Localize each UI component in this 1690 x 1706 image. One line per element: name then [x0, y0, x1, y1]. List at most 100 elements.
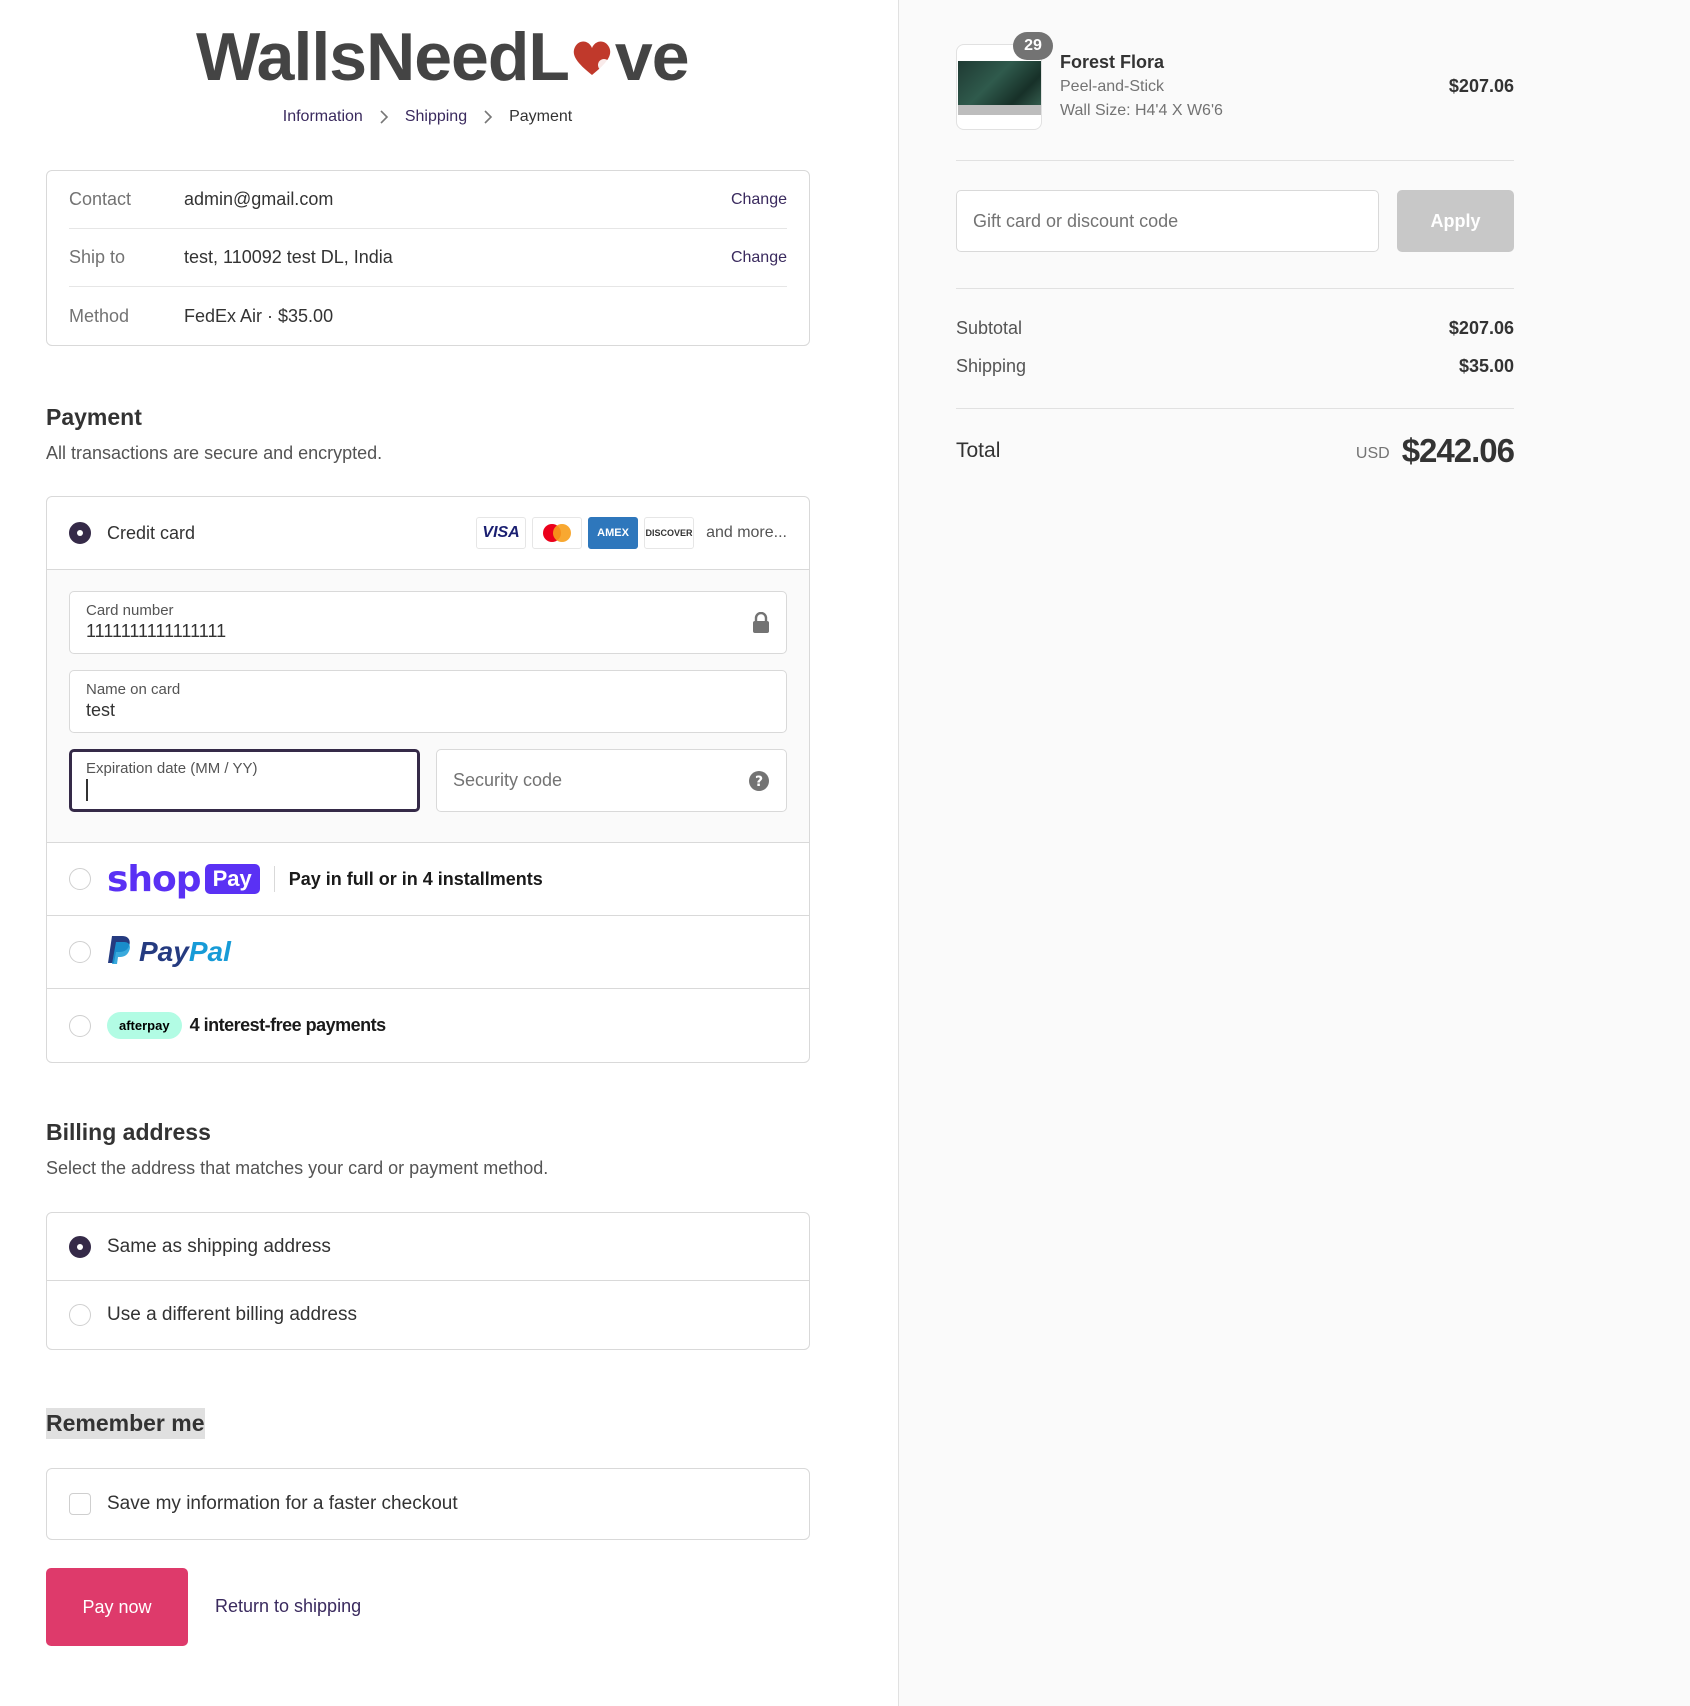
text-cursor	[86, 779, 88, 801]
breadcrumb-shipping[interactable]: Shipping	[405, 108, 467, 126]
checkout-main: WallsNeedL ve Information Shipping Payme…	[0, 0, 898, 1706]
return-to-shipping-link[interactable]: Return to shipping	[215, 1596, 361, 1617]
same-as-shipping-label: Same as shipping address	[107, 1235, 331, 1257]
different-billing-option[interactable]: Use a different billing address	[47, 1281, 809, 1349]
security-code-placeholder: Security code	[453, 770, 563, 790]
subtotal-label: Subtotal	[956, 318, 1023, 338]
shop-pay-logo: shop Pay Pay in full or in 4 installment…	[107, 859, 543, 900]
breadcrumb: Information Shipping Payment	[0, 108, 855, 126]
brand-logo[interactable]: WallsNeedL ve	[196, 19, 690, 95]
contact-label: Contact	[69, 189, 132, 209]
discover-icon: DISCOVER	[644, 517, 695, 549]
same-as-shipping-radio[interactable]	[69, 1235, 91, 1258]
afterpay-option[interactable]: afterpay 4 interest-free payments	[47, 989, 809, 1062]
credit-card-label: Credit card	[107, 522, 196, 543]
remember-me-title: Remember me	[46, 1408, 205, 1439]
heart-icon	[571, 35, 613, 79]
review-box: Contact admin@gmail.com Change Ship to t…	[46, 170, 810, 346]
shop-pay-installments: Pay in full or in 4 installments	[288, 868, 543, 889]
method-label: Method	[69, 305, 130, 326]
shop-pay-wordmark: shop	[107, 858, 202, 900]
name-on-card-label: Name on card	[86, 681, 181, 698]
credit-card-radio[interactable]	[69, 522, 91, 544]
security-code-field[interactable]: Security code ?	[436, 749, 787, 812]
name-on-card-field[interactable]: Name on card test	[69, 670, 787, 733]
total-row: Total USD $242.06	[956, 432, 1515, 470]
visa-icon: VISA	[476, 517, 527, 549]
quantity-badge: 29	[1013, 32, 1053, 60]
paypal-logo: PayPal	[107, 935, 231, 970]
amex-icon: AMEX	[588, 517, 639, 549]
name-on-card-value[interactable]: test	[86, 700, 770, 721]
expiration-date-field[interactable]: Expiration date (MM / YY)	[69, 749, 420, 812]
billing-title: Billing address	[46, 1119, 211, 1145]
discount-code-input[interactable]	[956, 190, 1379, 252]
product-image-floor	[958, 105, 1041, 115]
shipto-value: test, 110092 test DL, India	[184, 247, 393, 267]
pay-now-button[interactable]: Pay now	[46, 1568, 188, 1646]
same-as-shipping-option[interactable]: Same as shipping address	[47, 1213, 809, 1281]
review-shipto-row: Ship to test, 110092 test DL, India Chan…	[69, 229, 787, 287]
shop-pay-radio[interactable]	[69, 868, 91, 890]
and-more-label: and more...	[706, 524, 787, 541]
payment-methods: Credit card VISA AMEX DISCOVER and more.…	[46, 496, 810, 1063]
product-line: 29 Forest Flora Peel-and-Stick Wall Size…	[956, 32, 1514, 130]
paypal-option[interactable]: PayPal	[47, 916, 809, 989]
subtotal-row: Subtotal $207.06	[956, 318, 1514, 339]
change-contact-link[interactable]: Change	[731, 191, 787, 209]
billing-subtitle: Select the address that matches your car…	[46, 1158, 549, 1178]
paypal-wordmark-2: Pal	[188, 936, 231, 967]
currency-code: USD	[1355, 445, 1390, 462]
paypal-icon	[107, 935, 133, 970]
afterpay-text: 4 interest-free payments	[189, 1015, 387, 1035]
credit-card-option[interactable]: Credit card VISA AMEX DISCOVER and more.…	[47, 497, 809, 570]
afterpay-radio[interactable]	[69, 1014, 91, 1037]
payment-subtitle: All transactions are secure and encrypte…	[46, 443, 383, 463]
product-type: Peel-and-Stick	[1060, 78, 1165, 95]
different-billing-label: Use a different billing address	[107, 1304, 357, 1325]
shipping-label: Shipping	[956, 356, 1027, 376]
mastercard-icon	[532, 517, 583, 549]
expiry-security-row: Expiration date (MM / YY) Security code …	[69, 749, 787, 812]
chevron-right-icon	[379, 110, 389, 124]
billing-options: Same as shipping address Use a different…	[46, 1212, 810, 1350]
chevron-right-icon	[483, 110, 493, 124]
save-info-checkbox[interactable]	[69, 1493, 91, 1515]
paypal-wordmark: PayPal	[139, 936, 231, 968]
divider	[273, 866, 275, 892]
paypal-radio[interactable]	[69, 941, 91, 963]
paypal-wordmark-1: Pay	[139, 936, 189, 967]
card-fields: Card number 1111111111111111 Name on car…	[47, 570, 809, 843]
brand-name-end: ve	[614, 19, 690, 95]
divider	[956, 288, 1514, 289]
card-number-value[interactable]: 1111111111111111	[86, 621, 770, 642]
shipping-row: Shipping $35.00	[956, 356, 1514, 377]
breadcrumb-information[interactable]: Information	[283, 108, 363, 126]
shop-pay-badge: Pay	[204, 864, 260, 894]
divider	[956, 160, 1514, 161]
card-number-field[interactable]: Card number 1111111111111111	[69, 591, 787, 654]
review-contact-row: Contact admin@gmail.com Change	[69, 171, 787, 229]
card-brands: VISA AMEX DISCOVER and more...	[476, 517, 787, 549]
payment-title: Payment	[46, 404, 142, 430]
different-billing-radio[interactable]	[69, 1304, 91, 1326]
method-value: FedEx Air · $35.00	[184, 305, 334, 326]
contact-value: admin@gmail.com	[184, 189, 334, 209]
divider	[956, 408, 1514, 409]
product-size: Wall Size: H4'4 X W6'6	[1060, 102, 1223, 119]
svg-text:?: ?	[755, 774, 763, 790]
product-name: Forest Flora	[1060, 52, 1165, 72]
total-label: Total	[956, 439, 1001, 462]
shipto-label: Ship to	[69, 247, 126, 267]
help-icon[interactable]: ?	[748, 770, 770, 797]
afterpay-logo: afterpay 4 interest-free payments	[107, 1012, 386, 1039]
total-value: $242.06	[1401, 432, 1515, 469]
lock-icon	[752, 611, 770, 639]
apply-button[interactable]: Apply	[1397, 190, 1514, 252]
save-info-option[interactable]: Save my information for a faster checkou…	[46, 1468, 810, 1540]
card-number-label: Card number	[86, 602, 174, 619]
shop-pay-option[interactable]: shop Pay Pay in full or in 4 installment…	[47, 843, 809, 916]
review-method-row: Method FedEx Air · $35.00	[69, 287, 787, 345]
product-price: $207.06	[1448, 76, 1514, 96]
change-shipto-link[interactable]: Change	[731, 249, 787, 267]
